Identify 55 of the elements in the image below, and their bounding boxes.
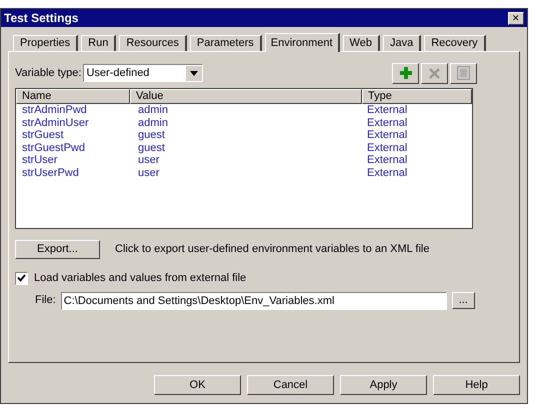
dialog-button[interactable]: Cancel	[247, 375, 334, 395]
tab[interactable]: Parameters	[190, 35, 262, 51]
table-cell-text: External	[366, 104, 408, 116]
variable-type-dropdown[interactable]: User-defined	[83, 64, 204, 82]
table-cell-text: user	[137, 166, 160, 179]
load-checkbox-label: Load variables and values from external file	[34, 271, 246, 286]
table-row[interactable]: strUserPwd user External	[16, 166, 472, 179]
table-cell-text: strGuest	[21, 129, 65, 142]
export-description: Click to export user-defined environment variables to an XML file	[115, 242, 430, 258]
tab[interactable]: Java	[382, 35, 422, 51]
table-cell-text: External	[366, 142, 408, 154]
export-button[interactable]: Export...	[15, 240, 100, 259]
file-path-field[interactable]: C:\Documents and Settings\Desktop\Env_Variables.xml	[60, 292, 447, 310]
variable-type-label: Variable type:	[15, 66, 82, 81]
table-cell-text: strAdminPwd	[21, 104, 88, 116]
tab[interactable]: Properties	[13, 35, 78, 51]
add-button[interactable]	[392, 62, 419, 84]
file-label: File:	[35, 293, 56, 308]
tab[interactable]: Recovery	[424, 35, 486, 51]
table-cell-text: guest	[137, 129, 166, 142]
tab[interactable]: Resources	[119, 35, 187, 51]
table-cell-text: admin	[137, 104, 169, 116]
table-cell-text: External	[366, 166, 408, 179]
table-cell-text: guest	[137, 142, 166, 154]
column-header[interactable]: Name	[16, 89, 130, 104]
table-cell-text: strAdminUser	[21, 116, 90, 129]
table-cell-text: strUser	[21, 154, 58, 166]
tab[interactable]: Run	[81, 35, 116, 51]
table-cell-text: External	[366, 116, 408, 129]
table-row[interactable]: strGuest guest External	[16, 129, 472, 142]
table-cell-text: user	[137, 154, 160, 166]
checkmark-icon	[17, 274, 26, 282]
tab[interactable]: Web	[342, 35, 380, 51]
table-cell-text: External	[366, 129, 408, 142]
close-button[interactable]: ✕	[508, 12, 524, 24]
table-row[interactable]: strUser user External	[16, 154, 472, 166]
column-header[interactable]: Value	[130, 89, 362, 104]
tab[interactable]: Environment	[264, 33, 340, 52]
close-icon	[429, 68, 440, 78]
column-header[interactable]: Type	[362, 89, 472, 104]
table-cell-text: admin	[137, 116, 169, 129]
table-cell-text: External	[366, 154, 408, 166]
dialog-button[interactable]: Help	[433, 375, 520, 395]
load-checkbox[interactable]	[15, 272, 28, 285]
plus-icon	[400, 67, 412, 79]
table-cell-text: strGuestPwd	[21, 142, 86, 154]
grid-icon	[457, 66, 470, 80]
dialog-button[interactable]: OK	[154, 375, 241, 395]
window-title: Test Settings	[4, 10, 78, 27]
table-row[interactable]: strAdminPwd admin External	[16, 104, 472, 116]
browse-button[interactable]: ...	[452, 292, 475, 309]
table-cell-text: strUserPwd	[21, 166, 80, 179]
dialog-button[interactable]: Apply	[340, 375, 427, 395]
table-row[interactable]: strGuestPwd guest External	[16, 142, 472, 154]
table-row[interactable]: strAdminUser admin External	[16, 116, 472, 129]
